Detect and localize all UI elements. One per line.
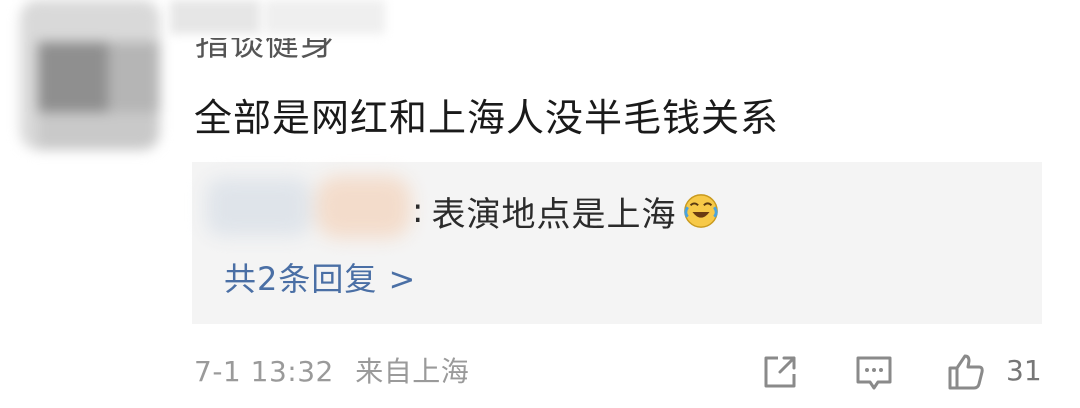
username[interactable]: 指谈健身 [195,38,335,72]
comment-text: 全部是网红和上海人没半毛钱关系 [194,96,780,140]
username-text[interactable]: 指谈健身 [195,38,335,64]
comment-actions: 31 [0,348,1080,398]
share-icon[interactable] [758,350,802,394]
laughing-crying-emoji-icon [684,194,719,228]
blurred-reply-username [206,172,416,242]
comment-icon[interactable] [852,350,896,394]
like-count: 31 [1006,354,1042,387]
reply-preview-line: : 表演地点是上海 [412,186,720,236]
reply-colon: : [412,191,424,231]
view-replies-link[interactable]: 共2条回复 > [224,254,416,300]
reply-text: 表演地点是上海 [431,194,677,235]
thumbs-up-icon[interactable] [944,350,988,394]
reply-preview-box[interactable]: : 表演地点是上海 共2条回复 > [192,162,1042,324]
blurred-header [170,0,390,40]
avatar[interactable] [20,0,160,150]
comment-card: 指谈健身 全部是网红和上海人没半毛钱关系 : 表演地点是上海 共2条回复 > 7… [0,0,1080,408]
